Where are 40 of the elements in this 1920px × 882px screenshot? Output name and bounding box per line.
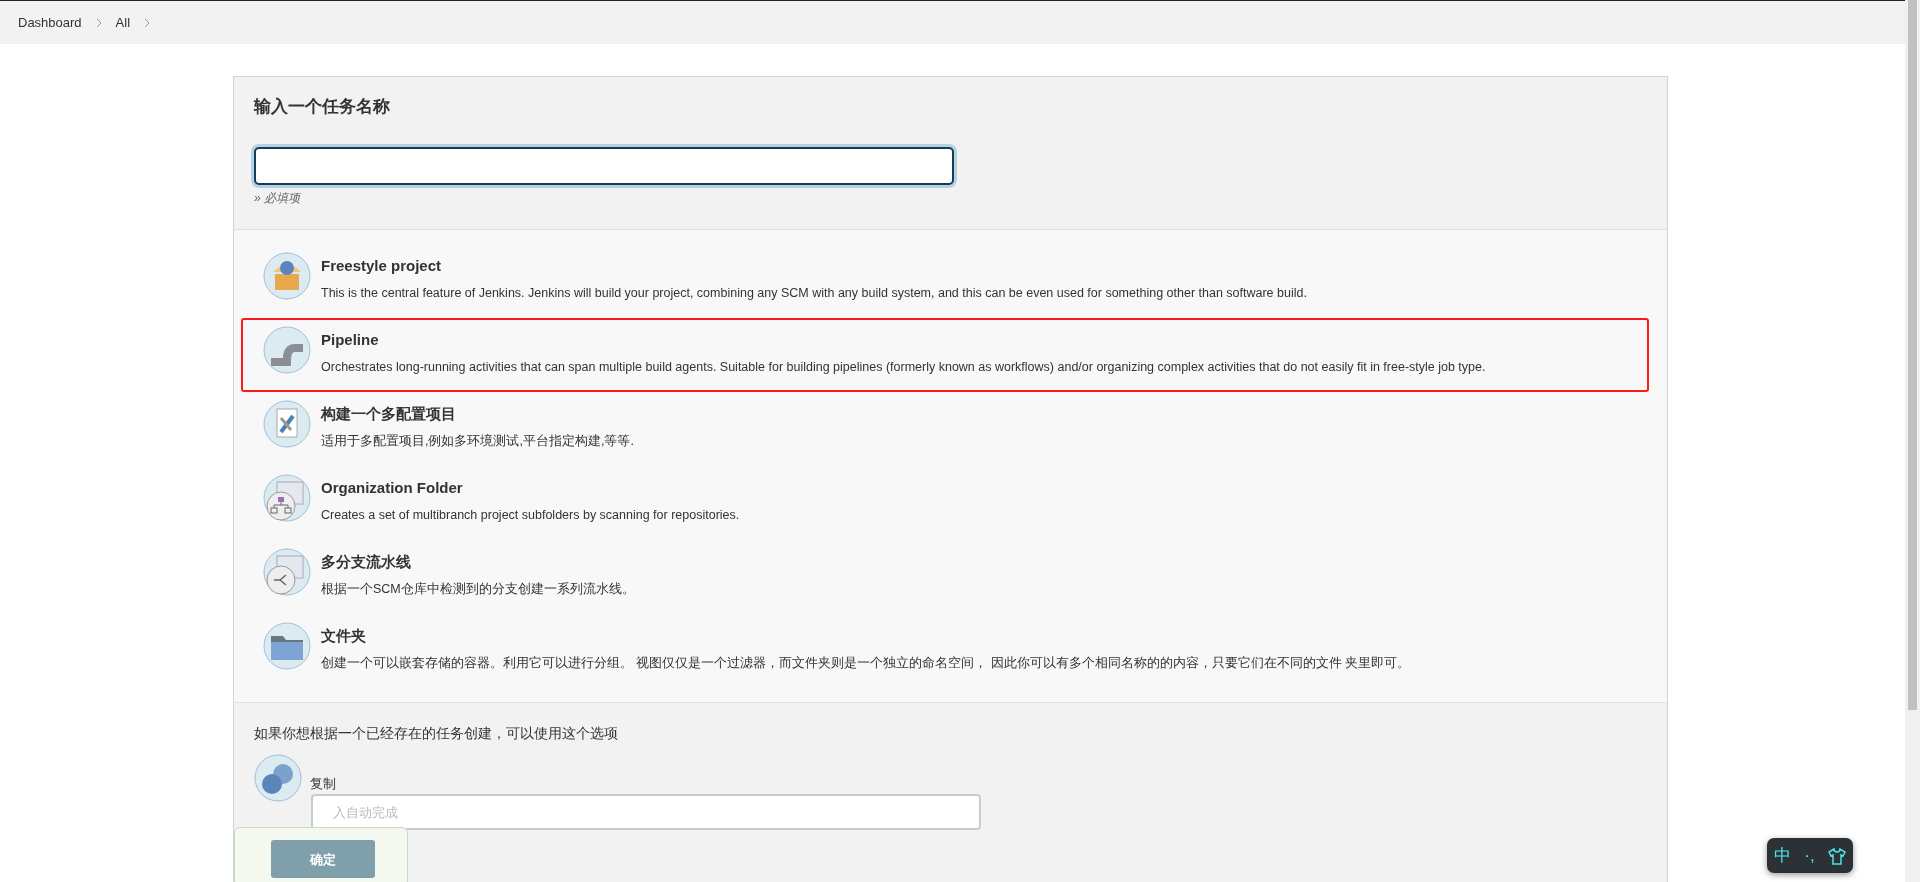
job-type-option[interactable] (241, 318, 1649, 393)
breadcrumb-link[interactable]: All (115, 12, 131, 33)
box-icon (263, 252, 311, 301)
ime-mode: 中 (1773, 844, 1791, 867)
option-description: 创建一个可以嵌套存储的容器。利用它可以进行分组。 视图仅仅是一个过滤器，而文件夹则是一个独立的命名空间， 因此你可以有多个相同名称的的内容，只要它们在不同的文件 夹里即可。 (321, 654, 1411, 672)
section-title: 输入一个任务名称 (254, 97, 391, 118)
option-title: 文件夹 (321, 626, 367, 647)
required-hint: » 必填项 (254, 190, 303, 208)
scrollbar[interactable] (1905, 0, 1920, 882)
copy-description: 如果你想根据一个已经存在的任务创建，可以使用这个选项 (254, 724, 619, 744)
copy-label: 复制 (310, 774, 336, 793)
breadcrumb-link[interactable]: Dashboard (18, 12, 82, 33)
option-description: Creates a set of multibranch project subfolders by scanning for repositories. (321, 506, 740, 524)
job-type-option[interactable]: 多分支流水线 根据一个SCM仓库中检测到的分支创建一系列流水线。 (241, 540, 1649, 615)
option-title: 多分支流水线 (321, 552, 412, 573)
option-title: 构建一个多配置项目 (321, 404, 457, 425)
spheres-icon (254, 754, 302, 803)
shirt-icon (1828, 846, 1847, 865)
option-description: This is the central feature of Jenkins. Jenkins will build your project, combining any SCM with any build system, and this can be even used for something other than software build. (321, 284, 1307, 302)
pipe-icon (263, 326, 311, 375)
job-type-option[interactable]: Organization Folder Creates a set of multibranch project subfolders by scanning for repositories. (241, 466, 1649, 541)
org-chart-icon (263, 474, 311, 523)
job-type-option[interactable]: 构建一个多配置项目 适用于多配置项目,例如多环境测试,平台指定构建,等等. (241, 392, 1649, 467)
item-name-field[interactable] (254, 147, 954, 186)
option-description: 适用于多配置项目,例如多环境测试,平台指定构建,等等. (321, 432, 634, 450)
copy-from-field[interactable]: 入自动完成 (311, 794, 981, 831)
option-title: Pipeline (321, 330, 380, 351)
ime-toolbar[interactable]: 中 ·, (1767, 838, 1853, 873)
job-type-option[interactable]: Freestyle project This is the central feature of Jenkins. Jenkins will build your project, combining any SCM with any build system, and this can be even used for something other than software build. (241, 244, 1649, 319)
branch-icon (263, 548, 311, 597)
option-description: Orchestrates long-running activities that can span multiple build agents. Suitable for building pipelines (formerly known as workflows) and/or organizing complex activities that do not easily fit in free-style job type. (321, 358, 1486, 376)
tools-icon (263, 400, 311, 449)
chevron-icon (144, 17, 151, 28)
chevron-icon (95, 17, 102, 28)
option-title: Organization Folder (321, 478, 464, 499)
job-type-option[interactable]: 文件夹 创建一个可以嵌套存储的容器。利用它可以进行分组。 视图仅仅是一个过滤器，而文件夹则是一个独立的命名空间， 因此你可以有多个相同名称的的内容，只要它们在不同的文件 夹里即可。 (241, 614, 1649, 689)
punctuation-mode: ·, (1804, 844, 1815, 867)
option-description: 根据一个SCM仓库中检测到的分支创建一系列流水线。 (321, 580, 635, 598)
option-title: Freestyle project (321, 256, 443, 277)
folder-icon (263, 622, 311, 671)
